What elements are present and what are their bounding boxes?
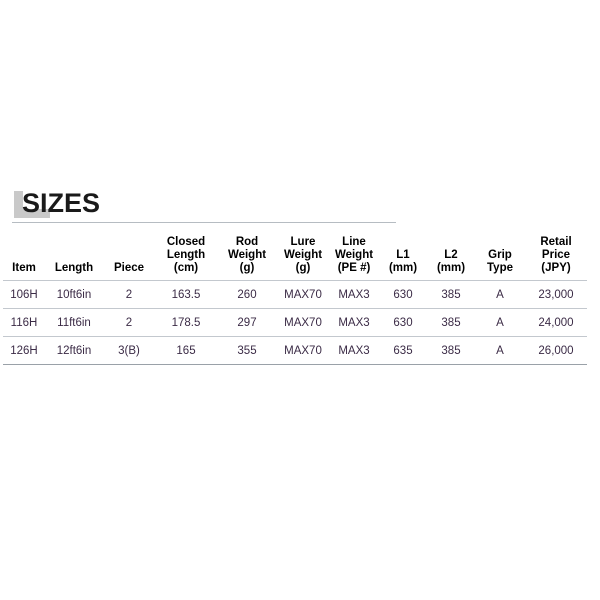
column-header-rod-weight-line2: Weight [227, 249, 267, 261]
section-heading: SIZES [0, 186, 600, 222]
sizes-section: SIZES [0, 186, 600, 223]
column-header-rod-weight-line3: (g) [239, 262, 255, 274]
cell-grip-type: A [475, 308, 525, 337]
cell-rod-weight: 297 [217, 308, 277, 337]
cell-piece: 2 [103, 280, 155, 309]
cell-lure-weight: MAX70 [277, 308, 329, 337]
table-header: Item Length Piece Closed Length (cm) Rod… [3, 236, 587, 281]
cell-l1: 635 [379, 336, 427, 365]
table-row: 106H 10ft6in 2 163.5 260 MAX70 MAX3 630 … [3, 280, 587, 309]
cell-l1: 630 [379, 308, 427, 337]
specifications-table: Item Length Piece Closed Length (cm) Rod… [3, 236, 587, 365]
column-header-lure-weight-line2: Weight [283, 249, 323, 261]
spec-table-container: Item Length Piece Closed Length (cm) Rod… [0, 236, 600, 365]
column-header-lure-weight-line1: Lure [290, 236, 316, 248]
cell-retail-price: 24,000 [525, 308, 587, 337]
column-header-line-weight: Line Weight (PE #) [329, 236, 379, 281]
column-header-retail-price-line1: Retail [540, 236, 572, 248]
column-header-piece: Piece [103, 236, 155, 281]
column-header-retail-price-line2: Price [541, 249, 571, 261]
column-header-rod-weight-line1: Rod [235, 236, 259, 248]
cell-rod-weight: 355 [217, 336, 277, 365]
cell-closed-length: 178.5 [155, 308, 217, 337]
column-header-l2: L2 (mm) [427, 236, 475, 281]
section-divider [12, 222, 396, 223]
column-header-item-line1: Item [12, 262, 36, 274]
cell-line-weight: MAX3 [329, 308, 379, 337]
table-row: 126H 12ft6in 3(B) 165 355 MAX70 MAX3 635… [3, 336, 587, 365]
column-header-l1-line1: L1 [396, 249, 410, 261]
cell-item: 126H [3, 336, 45, 365]
column-header-line-weight-line2: Weight [334, 249, 374, 261]
column-header-retail-price: Retail Price (JPY) [525, 236, 587, 281]
column-header-line-weight-line1: Line [342, 236, 366, 248]
cell-l2: 385 [427, 280, 475, 309]
table-body: 106H 10ft6in 2 163.5 260 MAX70 MAX3 630 … [3, 280, 587, 365]
column-header-lure-weight: Lure Weight (g) [277, 236, 329, 281]
column-header-grip-type-line2: Type [487, 262, 513, 274]
column-header-l2-line1: L2 [444, 249, 458, 261]
cell-piece: 2 [103, 308, 155, 337]
cell-l1: 630 [379, 280, 427, 309]
column-header-grip-type: Grip Type [475, 236, 525, 281]
cell-retail-price: 26,000 [525, 336, 587, 365]
column-header-lure-weight-line3: (g) [295, 262, 311, 274]
column-header-closed-length-line1: Closed [166, 236, 206, 248]
column-header-line-weight-line3: (PE #) [337, 262, 371, 274]
column-header-l1-line2: (mm) [388, 262, 418, 274]
cell-length: 12ft6in [45, 336, 103, 365]
cell-closed-length: 163.5 [155, 280, 217, 309]
column-header-piece-line1: Piece [113, 262, 145, 274]
cell-length: 11ft6in [45, 308, 103, 337]
column-header-length: Length [45, 236, 103, 281]
cell-retail-price: 23,000 [525, 280, 587, 309]
column-header-retail-price-line3: (JPY) [541, 262, 571, 274]
column-header-item: Item [3, 236, 45, 281]
column-header-closed-length-line3: (cm) [173, 262, 199, 274]
table-row: 116H 11ft6in 2 178.5 297 MAX70 MAX3 630 … [3, 308, 587, 337]
cell-grip-type: A [475, 336, 525, 365]
table-header-row: Item Length Piece Closed Length (cm) Rod… [3, 236, 587, 281]
cell-l2: 385 [427, 336, 475, 365]
column-header-rod-weight: Rod Weight (g) [217, 236, 277, 281]
cell-grip-type: A [475, 280, 525, 309]
column-header-closed-length: Closed Length (cm) [155, 236, 217, 281]
cell-closed-length: 165 [155, 336, 217, 365]
column-header-closed-length-line2: Length [166, 249, 206, 261]
column-header-l1: L1 (mm) [379, 236, 427, 281]
column-header-l2-line2: (mm) [436, 262, 466, 274]
column-header-length-line1: Length [54, 262, 94, 274]
section-title: SIZES [22, 188, 101, 218]
cell-item: 116H [3, 308, 45, 337]
cell-lure-weight: MAX70 [277, 280, 329, 309]
cell-rod-weight: 260 [217, 280, 277, 309]
cell-line-weight: MAX3 [329, 336, 379, 365]
column-header-grip-type-line1: Grip [488, 249, 512, 261]
cell-length: 10ft6in [45, 280, 103, 309]
cell-line-weight: MAX3 [329, 280, 379, 309]
cell-l2: 385 [427, 308, 475, 337]
cell-piece: 3(B) [103, 336, 155, 365]
cell-lure-weight: MAX70 [277, 336, 329, 365]
cell-item: 106H [3, 280, 45, 309]
